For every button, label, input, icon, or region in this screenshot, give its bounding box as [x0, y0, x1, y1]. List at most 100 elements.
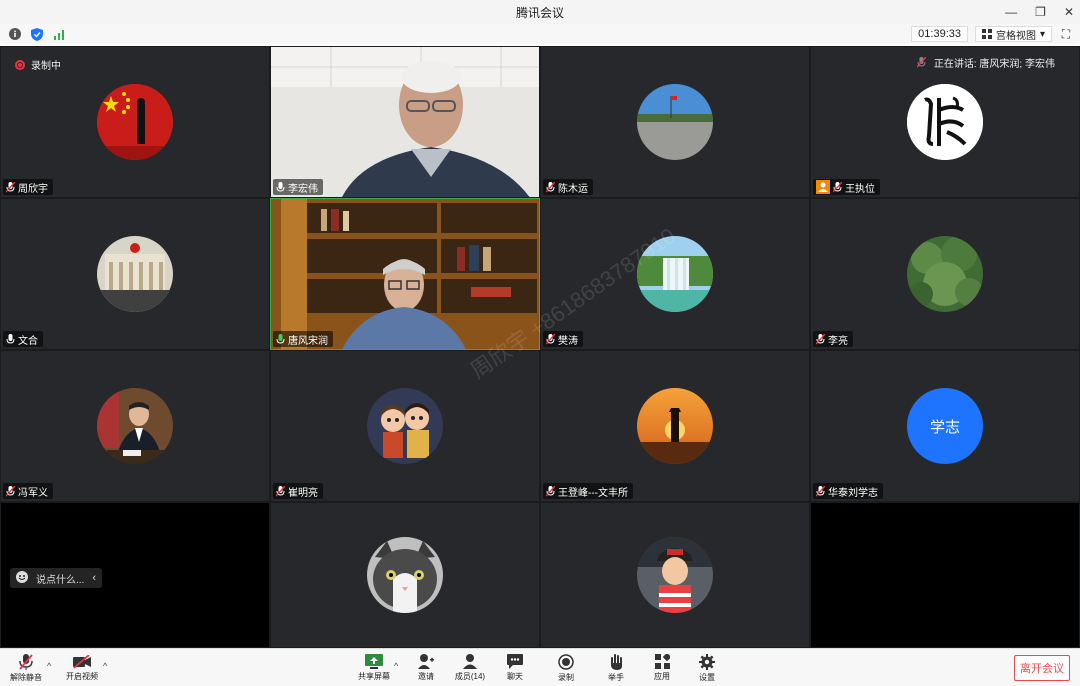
grid-icon [981, 29, 992, 39]
participant-tile[interactable] [270, 502, 540, 648]
audio-options-chevron-icon[interactable]: ^ [47, 661, 51, 671]
participant-nametag: 唐风宋润 [273, 331, 333, 347]
raise-hand-label: 举手 [608, 672, 624, 682]
collapse-icon[interactable]: ‹ [92, 572, 96, 584]
participant-nametag: 周欣宇 [3, 179, 53, 195]
share-options-chevron-icon[interactable]: ^ [394, 661, 398, 671]
participant-tile[interactable] [540, 502, 810, 648]
participant-nametag: 冯军义 [3, 483, 53, 499]
mic-icon [6, 333, 15, 344]
settings-button[interactable]: 设置 [687, 651, 727, 685]
camera-off-icon [73, 654, 91, 669]
avatar: 学志 [907, 388, 983, 464]
participant-tile[interactable]: 文合 [0, 198, 270, 350]
mic-muted-icon [546, 333, 555, 344]
start-video-label: 开启视频 [66, 671, 98, 681]
participant-tile[interactable]: 唐风宋润 [270, 198, 540, 350]
flag-photo [97, 84, 173, 160]
chat-button[interactable]: 聊天 [495, 651, 535, 685]
minimize-button[interactable]: — [1005, 5, 1017, 19]
waterfall-photo [637, 236, 713, 312]
participant-tile[interactable]: 李宏伟 [270, 46, 540, 198]
participant-name: 文合 [18, 335, 38, 347]
mic-icon [276, 181, 285, 192]
raise-hand-button[interactable]: 举手 [596, 651, 636, 685]
leave-meeting-button[interactable]: 离开会议 [1014, 655, 1070, 681]
host-badge-icon [816, 180, 830, 194]
tree-photo [907, 236, 983, 312]
recording-label: 录制中 [31, 61, 61, 72]
participant-tile[interactable]: 正在讲话: 唐风宋润; 李宏伟 王执位 [810, 46, 1080, 198]
participant-tile[interactable]: 樊涛 [540, 198, 810, 350]
unmute-button[interactable]: 解除静音 [4, 651, 48, 685]
hand-icon [611, 653, 622, 670]
bottom-toolbar: 解除静音 ^ 开启视频 ^ 共享屏幕 ^ 邀请 成员(14) 聊天 录制 举手 … [0, 648, 1080, 686]
participant-tile[interactable]: 冯军义 [0, 350, 270, 502]
avatar [97, 84, 173, 160]
mic-speaking-icon [276, 333, 285, 344]
window-controls: — ❐ ✕ [1005, 0, 1074, 24]
participant-grid: 录制中 周欣宇 李宏伟 陈木运 正在讲话: 唐风宋润; 李宏伟 王执位 文合 唐… [0, 46, 1080, 648]
chat-icon [507, 654, 523, 669]
cat-photo [367, 537, 443, 613]
chat-placeholder[interactable]: 说点什么... [36, 571, 84, 586]
participant-nametag: 崔明亮 [273, 483, 323, 499]
recording-indicator: 录制中 [15, 57, 61, 72]
apps-label: 应用 [654, 672, 670, 681]
view-mode-select[interactable]: 宫格视图 ▾ [974, 26, 1052, 42]
participant-tile[interactable]: 学志 华泰刘学志 [810, 350, 1080, 502]
chevron-down-icon: ▾ [1039, 28, 1045, 40]
participant-nametag: 文合 [3, 331, 43, 347]
man-bookshelf-video [271, 199, 539, 349]
members-icon [463, 654, 477, 669]
participant-nametag: 王执位 [813, 179, 880, 195]
signal-icon[interactable] [52, 27, 66, 41]
participant-name: 陈木运 [558, 183, 588, 195]
participant-nametag: 华泰刘学志 [813, 483, 883, 499]
emoji-icon[interactable] [16, 570, 28, 586]
avatar [637, 84, 713, 160]
apps-button[interactable]: 应用 [642, 651, 682, 685]
man-office-video [271, 47, 539, 197]
participant-tile[interactable]: 崔明亮 [270, 350, 540, 502]
restore-button[interactable]: ❐ [1035, 5, 1046, 19]
mic-muted-icon [546, 485, 555, 496]
share-screen-button[interactable]: 共享屏幕 [354, 651, 394, 685]
participant-tile[interactable]: 录制中 周欣宇 [0, 46, 270, 198]
avatar [367, 388, 443, 464]
record-icon [558, 653, 574, 670]
participant-name: 冯军义 [18, 487, 48, 499]
cartoon-photo [367, 388, 443, 464]
title-bar: 腾讯会议 — ❐ ✕ [0, 0, 1080, 24]
members-button[interactable]: 成员(14) [450, 651, 490, 685]
participant-tile[interactable]: 李亮 [810, 198, 1080, 350]
mic-muted-icon [546, 181, 555, 192]
invite-button[interactable]: 邀请 [406, 651, 446, 685]
start-video-button[interactable]: 开启视频 [60, 651, 104, 685]
participant-tile[interactable]: 陈木运 [540, 46, 810, 198]
record-button[interactable]: 录制 [546, 651, 586, 685]
chat-input-bar[interactable]: 说点什么... ‹ [10, 568, 103, 588]
unmute-label: 解除静音 [10, 672, 42, 682]
mic-muted-icon [6, 485, 15, 496]
mic-muted-icon [816, 485, 825, 496]
info-icon[interactable] [8, 27, 22, 41]
participant-nametag: 李宏伟 [273, 179, 323, 195]
apps-icon [654, 654, 670, 669]
video-options-chevron-icon[interactable]: ^ [103, 661, 107, 671]
participant-nametag: 李亮 [813, 331, 853, 347]
building-photo [97, 236, 173, 312]
share-screen-label: 共享屏幕 [358, 672, 390, 681]
view-mode-label: 宫格视图 [995, 30, 1036, 42]
mic-muted-icon [916, 57, 926, 68]
participant-name: 崔明亮 [288, 487, 318, 499]
participant-name: 王登峰---文丰所 [558, 487, 628, 499]
participant-tile[interactable]: 王登峰---文丰所 [540, 350, 810, 502]
child-photo [637, 537, 713, 613]
chat-label: 聊天 [507, 672, 523, 681]
avatar [637, 236, 713, 312]
fullscreen-icon[interactable]: ⛶ [1058, 26, 1074, 42]
seal-logo [907, 84, 983, 160]
close-button[interactable]: ✕ [1064, 5, 1074, 19]
shield-icon[interactable] [30, 27, 44, 41]
